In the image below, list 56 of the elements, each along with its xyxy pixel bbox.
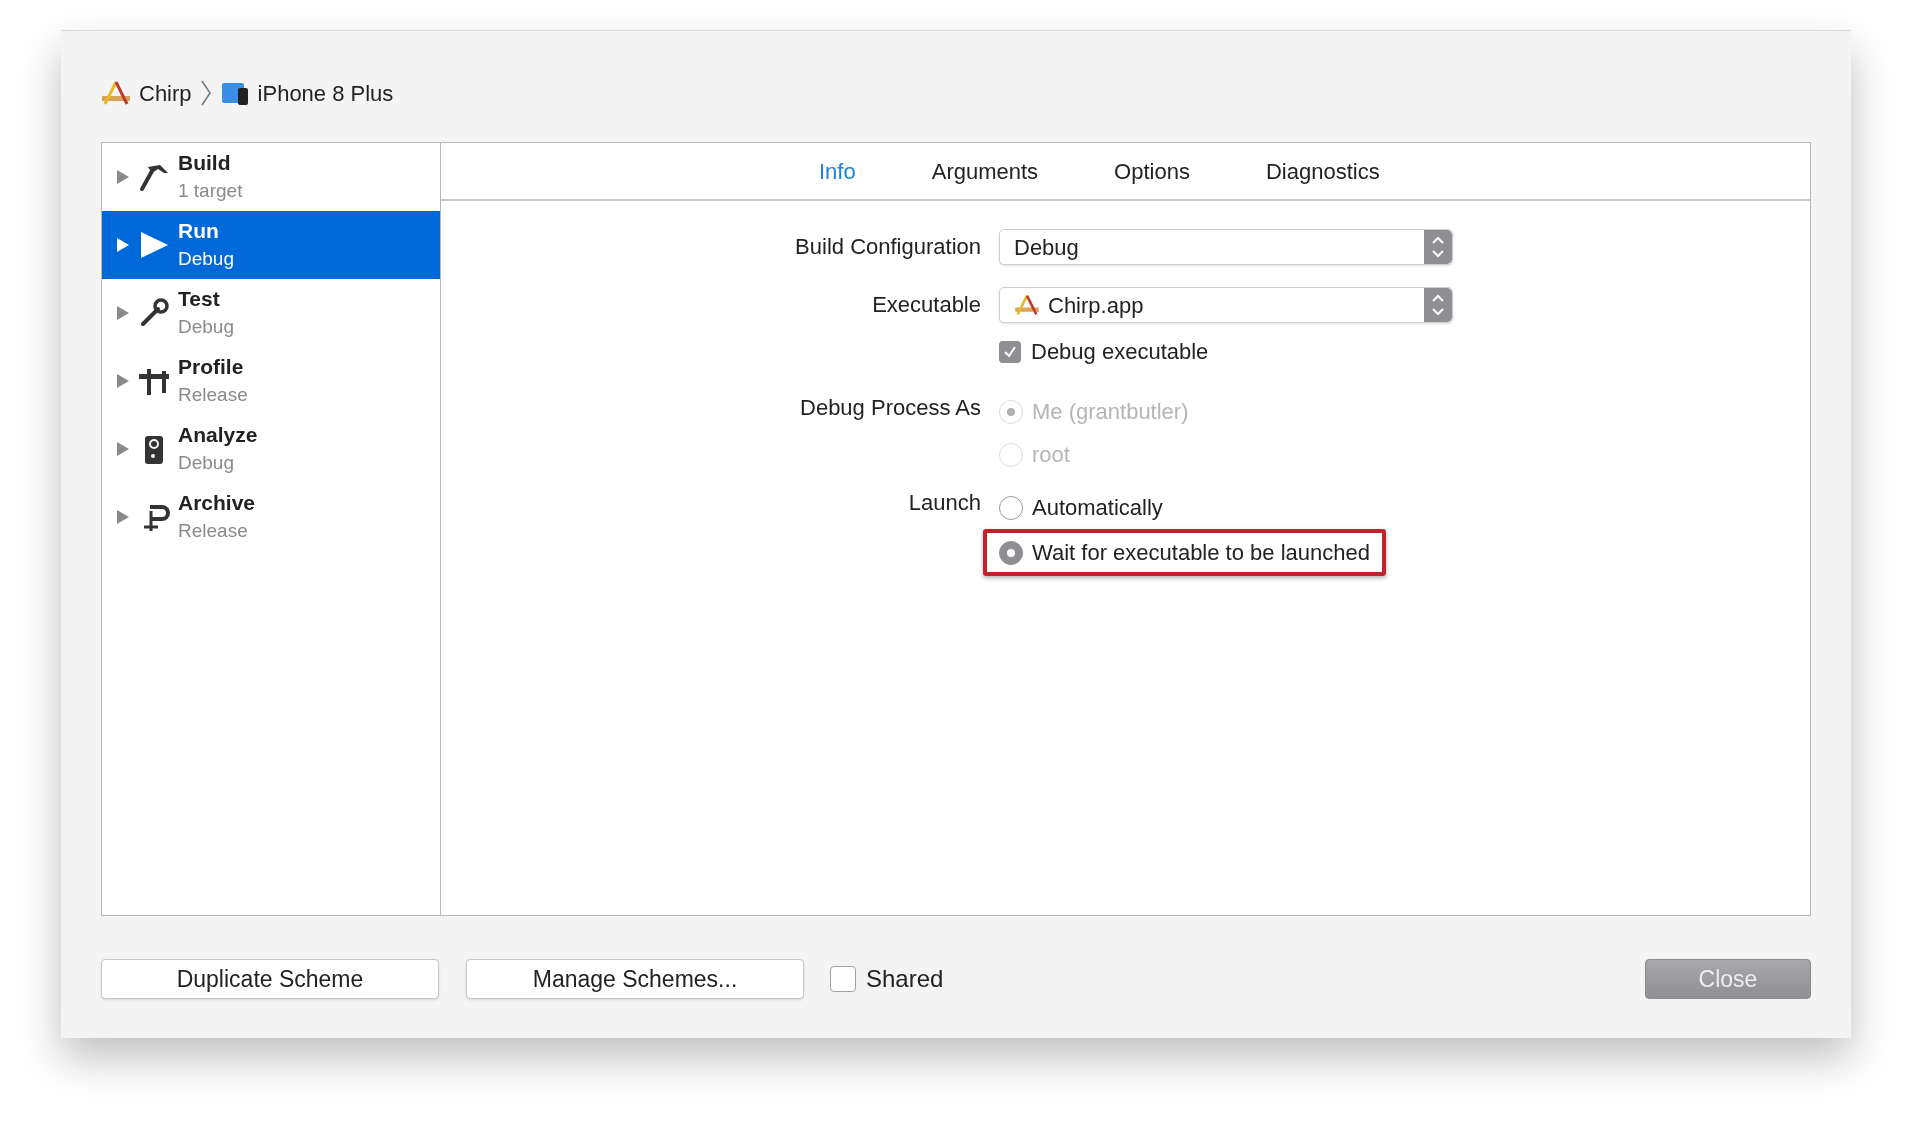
field-label: Build Configuration <box>794 233 981 261</box>
tab[interactable]: Options <box>1076 154 1228 188</box>
disclosure-triangle-icon[interactable] <box>116 305 130 321</box>
item-subtitle: Debug <box>178 451 235 475</box>
checkbox[interactable] <box>830 966 856 992</box>
disclosure-triangle-icon[interactable] <box>116 237 130 253</box>
duplicate-scheme-button[interactable]: Duplicate Scheme <box>101 959 439 999</box>
scheme-action-item[interactable]: Run Debug <box>102 211 440 279</box>
item-title: Profile <box>178 354 245 380</box>
app-icon <box>101 80 131 106</box>
disclosure-triangle-icon[interactable] <box>116 441 130 457</box>
item-subtitle: Debug <box>178 315 234 339</box>
radio-button[interactable] <box>999 495 1023 520</box>
scheme-action-item[interactable]: Profile Release <box>102 347 440 415</box>
tab[interactable]: Diagnostics <box>1227 154 1418 188</box>
scheme-action-item[interactable]: Build 1 target <box>102 143 440 211</box>
checkbox-label: Debug executable <box>1031 338 1209 366</box>
radio-label: Automatically <box>1032 494 1163 522</box>
item-title: Build <box>178 150 232 176</box>
item-subtitle: Debug <box>178 247 234 271</box>
scheme-action-item[interactable]: Analyze Debug <box>102 415 440 483</box>
item-title: Test <box>178 286 221 312</box>
disclosure-triangle-icon[interactable] <box>116 373 130 389</box>
item-title: Archive <box>178 490 256 516</box>
radio-button[interactable] <box>999 540 1023 565</box>
radio-label: Me (grantbutler) <box>1032 398 1189 426</box>
item-subtitle: Release <box>178 383 248 407</box>
device-icon <box>219 80 250 106</box>
radio-label: Wait for executable to be launched <box>1032 539 1370 567</box>
disclosure-triangle-icon[interactable] <box>116 169 130 185</box>
breadcrumb-item[interactable]: Chirp <box>139 76 192 110</box>
scheme-action-item[interactable]: Archive Release <box>102 483 440 551</box>
scheme-action-item[interactable]: Test Debug <box>102 279 440 347</box>
checkbox-label: Shared <box>866 964 944 994</box>
stepper-icon <box>1424 288 1452 322</box>
disclosure-triangle-icon[interactable] <box>116 509 130 525</box>
item-subtitle: Release <box>178 519 249 543</box>
radio-label: root <box>1032 441 1070 469</box>
play-icon <box>138 229 170 261</box>
tab[interactable]: Info <box>781 154 894 188</box>
wrench-icon <box>138 297 170 329</box>
executable-popup[interactable]: Chirp.app <box>999 287 1453 323</box>
build-configuration-popup[interactable]: Debug <box>999 229 1453 265</box>
manage-schemes-button[interactable]: Manage Schemes... <box>466 959 804 999</box>
field-label: Launch <box>907 491 981 515</box>
app-icon <box>1014 294 1040 316</box>
field-label: Debug Process As <box>799 396 981 420</box>
tab[interactable]: Arguments <box>893 154 1077 188</box>
chevron-icon <box>199 79 212 107</box>
checkbox[interactable] <box>999 340 1021 363</box>
breadcrumb-item[interactable]: iPhone 8 Plus <box>257 76 394 110</box>
item-title: Analyze <box>178 422 258 448</box>
field-label: Executable <box>871 291 981 319</box>
item-subtitle: 1 target <box>178 179 243 203</box>
item-title: Run <box>178 218 220 244</box>
stepper-icon <box>1424 230 1452 264</box>
